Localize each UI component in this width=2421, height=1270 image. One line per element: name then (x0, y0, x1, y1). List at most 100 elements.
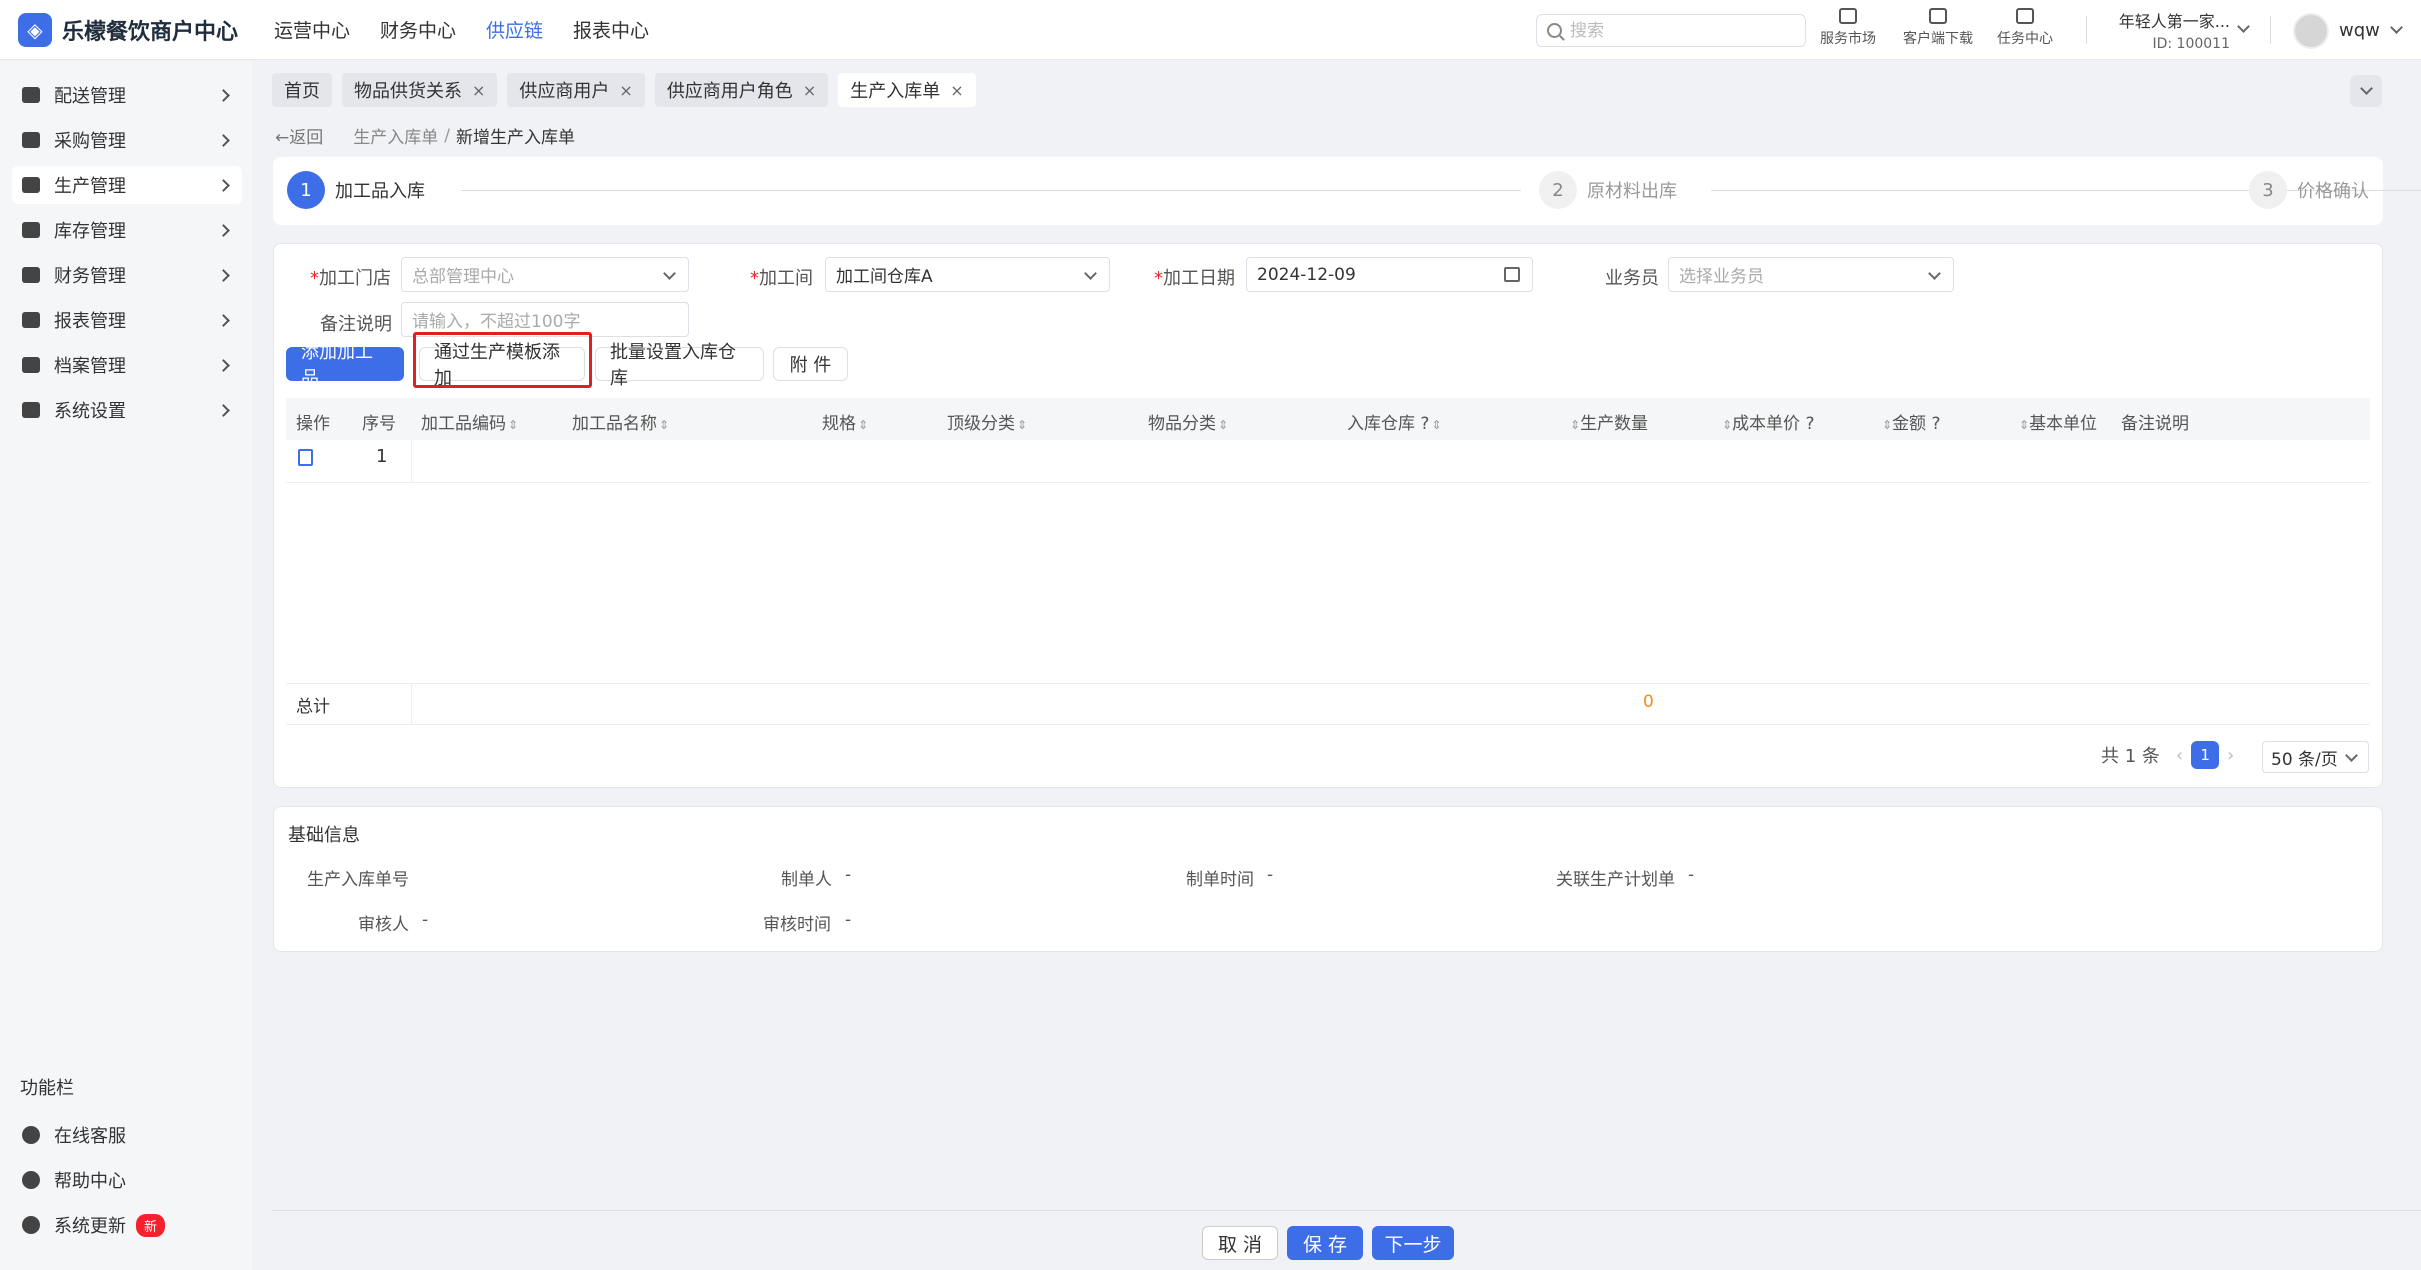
col-warehouse[interactable]: 入库仓库 ? ⇕ (1347, 409, 1442, 434)
topnav-item-supply-chain[interactable]: 供应链 (486, 16, 543, 43)
avatar[interactable] (2293, 13, 2329, 49)
col-spec[interactable]: 规格 ⇕ (822, 409, 868, 434)
tab-supplier-user[interactable]: 供应商用户 × (507, 73, 645, 107)
next-page-icon[interactable]: › (2227, 745, 2234, 766)
date-value: 2024-12-09 (1257, 264, 1356, 285)
sidebar-item-finance[interactable]: 财务管理 (12, 256, 242, 294)
step-indicator: 1 加工品入库 2 原材料出库 3 价格确认 (273, 157, 2421, 225)
sidebar-item-label: 财务管理 (54, 266, 126, 287)
cancel-button[interactable]: 取 消 (1202, 1226, 1278, 1260)
attachment-button[interactable]: 附 件 (773, 347, 848, 381)
help-icon (22, 1171, 40, 1189)
truck-icon (22, 87, 40, 103)
account-switcher[interactable]: 年轻人第一家... ID: 100011 (2104, 8, 2230, 52)
sort-icon: ⇕ (1218, 418, 1229, 432)
new-badge: 新 (136, 1213, 166, 1237)
help-icon: ? (1420, 414, 1430, 434)
workshop-value: 加工间仓库A (836, 267, 933, 287)
salesman-select[interactable]: 选择业务员 (1668, 257, 1954, 292)
highlight-box (413, 332, 592, 388)
tab-home[interactable]: 首页 (272, 73, 332, 107)
close-icon[interactable]: × (950, 81, 963, 100)
page-size-select[interactable]: 50 条/页 (2262, 741, 2369, 773)
breadcrumb: ←返回 生产入库单 / 新增生产入库单 (275, 123, 575, 149)
service-market-button[interactable]: 服务市场 (1820, 8, 1876, 48)
breadcrumb-prev[interactable]: 生产入库单 (353, 123, 438, 148)
divider (2270, 16, 2271, 44)
col-amount[interactable]: ⇕金额 ? (1880, 409, 1941, 434)
date-picker[interactable]: 2024-12-09 (1246, 257, 1533, 292)
step-number: 2 (1539, 171, 1577, 209)
col-unit-cost[interactable]: ⇕成本单价 ? (1720, 409, 1815, 434)
tab-supplier-role[interactable]: 供应商用户角色 × (654, 73, 829, 107)
online-support-link[interactable]: 在线客服 (12, 1118, 126, 1152)
close-icon[interactable]: × (472, 81, 485, 100)
col-name[interactable]: 加工品名称 ⇕ (572, 409, 669, 434)
info-value: - (1267, 865, 1274, 885)
add-product-button[interactable]: 添加加工品 (286, 342, 404, 389)
breadcrumb-separator: / (444, 125, 450, 146)
step-1: 1 加工品入库 (287, 171, 425, 209)
next-step-button[interactable]: 下一步 (1372, 1226, 1454, 1260)
step-number: 3 (2249, 171, 2287, 209)
headset-icon (22, 1126, 40, 1144)
topnav-item-reports[interactable]: 报表中心 (573, 16, 649, 43)
func-item-label: 在线客服 (54, 1126, 126, 1147)
close-icon[interactable]: × (803, 81, 816, 100)
top-header: ◈ 乐檬餐饮商户中心 运营中心 财务中心 供应链 报表中心 (0, 0, 2421, 60)
chevron-right-icon (217, 358, 230, 372)
chevron-right-icon (217, 88, 230, 102)
search-box[interactable] (1536, 14, 1806, 47)
trash-icon[interactable] (298, 449, 313, 466)
client-download-button[interactable]: 客户端下载 (1903, 8, 1973, 48)
divider (411, 440, 412, 482)
step-label: 价格确认 (2297, 181, 2369, 202)
system-update-link[interactable]: 系统更新新 (12, 1208, 166, 1242)
chevron-down-icon (1928, 267, 1941, 280)
col-quantity[interactable]: ⇕生产数量 (1568, 409, 1648, 434)
task-center-button[interactable]: 任务中心 (1997, 8, 2053, 48)
topnav-item-finance[interactable]: 财务中心 (380, 16, 456, 43)
workshop-select[interactable]: 加工间仓库A (825, 257, 1110, 292)
help-icon: ? (1931, 414, 1941, 434)
tabs-collapse-button[interactable] (2350, 75, 2382, 107)
tab-label: 首页 (284, 81, 320, 102)
store-label: *加工门店 (310, 264, 391, 290)
sidebar-item-reports[interactable]: 报表管理 (12, 301, 242, 339)
close-icon[interactable]: × (619, 81, 632, 100)
sidebar-item-production[interactable]: 生产管理 (12, 166, 242, 204)
col-base-unit[interactable]: ⇕基本单位 (2017, 409, 2097, 434)
back-link[interactable]: ←返回 (275, 123, 323, 148)
page-1-button[interactable]: 1 (2191, 741, 2220, 769)
col-category[interactable]: 物品分类 ⇕ (1148, 409, 1228, 434)
sidebar-item-archive[interactable]: 档案管理 (12, 346, 242, 384)
sidebar-item-label: 档案管理 (54, 356, 126, 377)
help-center-link[interactable]: 帮助中心 (12, 1163, 126, 1197)
func-item-label: 系统更新 (54, 1216, 126, 1237)
required-mark: * (310, 268, 319, 289)
prev-page-icon[interactable]: ‹ (2176, 745, 2183, 766)
archive-icon (22, 357, 40, 373)
user-menu[interactable]: wqw (2339, 20, 2403, 41)
search-input[interactable] (1570, 20, 1790, 41)
sidebar-item-purchase[interactable]: 采购管理 (12, 121, 242, 159)
search-icon (1547, 23, 1562, 38)
info-label: 制单人 (781, 870, 832, 890)
sort-icon: ⇕ (659, 418, 670, 432)
sidebar-item-inventory[interactable]: 库存管理 (12, 211, 242, 249)
save-button[interactable]: 保 存 (1287, 1226, 1363, 1260)
batch-set-warehouse-button[interactable]: 批量设置入库仓库 (595, 342, 764, 389)
col-code[interactable]: 加工品编码 ⇕ (421, 409, 518, 434)
tab-production-inbound[interactable]: 生产入库单 × (838, 73, 976, 107)
col-top-category-label: 顶级分类 (947, 414, 1015, 434)
tab-supply-relation[interactable]: 物品供货关系 × (342, 73, 498, 107)
sidebar-item-delivery[interactable]: 配送管理 (12, 76, 242, 114)
col-top-category[interactable]: 顶级分类 ⇕ (947, 409, 1027, 434)
total-label: 总计 (296, 697, 330, 717)
sidebar-item-settings[interactable]: 系统设置 (12, 391, 242, 429)
store-select[interactable]: 总部管理中心 (401, 257, 689, 292)
app-logo[interactable]: ◈ 乐檬餐饮商户中心 (18, 12, 258, 47)
topnav-item-operations[interactable]: 运营中心 (274, 16, 350, 43)
step-2: 2 原材料出库 (1539, 171, 1677, 209)
chevron-right-icon (217, 223, 230, 237)
